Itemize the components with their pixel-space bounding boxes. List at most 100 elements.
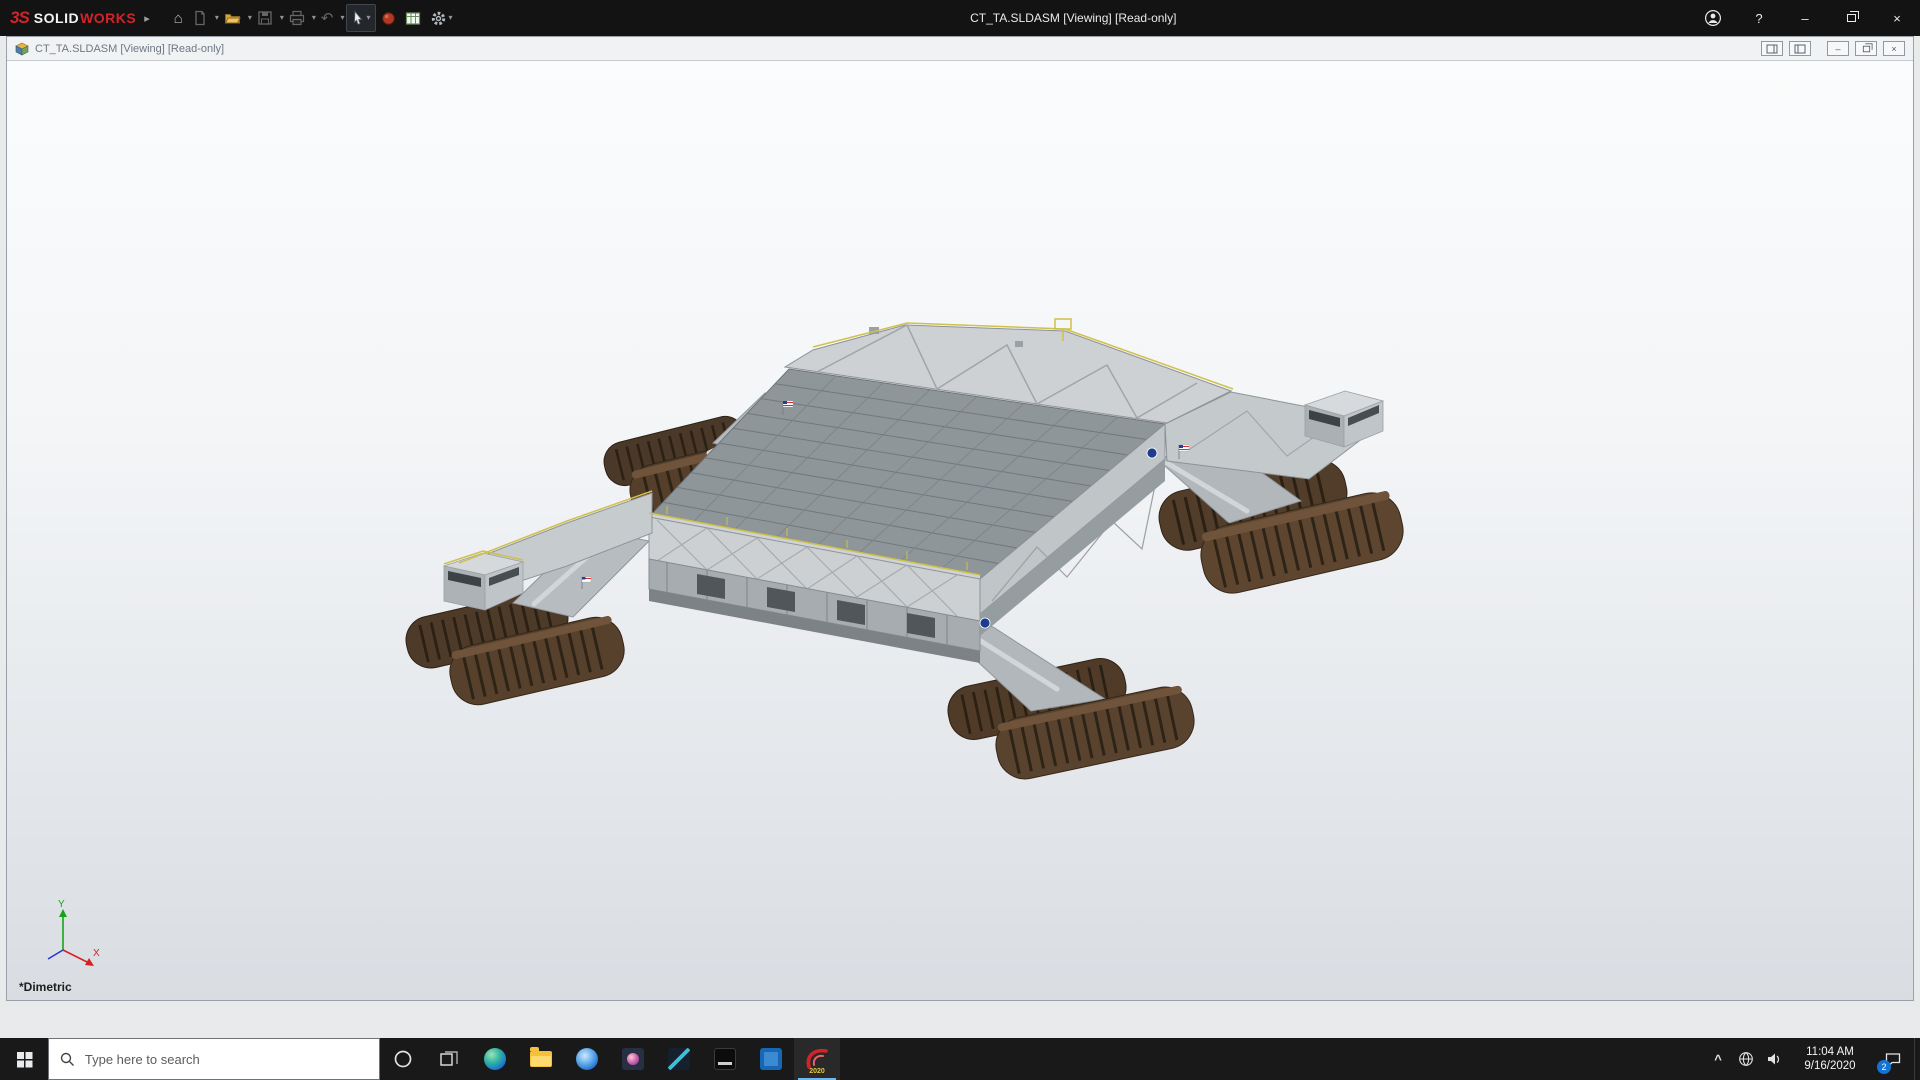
- document-titlebar[interactable]: CT_TA.SLDASM [Viewing] [Read-only] – ×: [7, 37, 1913, 61]
- dev-app-button[interactable]: [656, 1038, 702, 1080]
- y-axis-label: Y: [58, 899, 65, 910]
- show-desktop-button[interactable]: [1914, 1038, 1920, 1080]
- menu-flyout-arrow-icon[interactable]: ▸: [144, 12, 150, 25]
- open-folder-icon: [224, 14, 241, 24]
- z-axis-arrow: [47, 949, 64, 960]
- options-caret-icon[interactable]: ▾: [449, 14, 453, 22]
- home-icon: ⌂: [173, 9, 183, 27]
- doc-minimize-button[interactable]: –: [1827, 41, 1849, 56]
- doc-close-button[interactable]: ×: [1883, 41, 1905, 56]
- file-explorer-icon: [530, 1047, 552, 1067]
- titlebar-controls: ? – ×: [1690, 0, 1920, 36]
- pane-toggle-right-button[interactable]: [1789, 41, 1811, 56]
- select-caret-icon[interactable]: ▾: [367, 14, 371, 22]
- clock-time: 11:04 AM: [1806, 1046, 1854, 1058]
- window-title: CT_TA.SLDASM [Viewing] [Read-only]: [970, 11, 1177, 25]
- minimize-icon: –: [1801, 10, 1809, 26]
- doc-restore-button[interactable]: [1855, 41, 1877, 56]
- orientation-triad[interactable]: Y X: [31, 898, 105, 972]
- account-button[interactable]: [1690, 0, 1736, 36]
- edge-icon: [484, 1048, 506, 1070]
- edge-button[interactable]: [472, 1038, 518, 1080]
- crawler-transporter-model[interactable]: [7, 61, 1913, 1000]
- assembly-cube-icon: [15, 42, 29, 55]
- clock-date: 9/16/2020: [1804, 1060, 1856, 1072]
- close-button[interactable]: ×: [1874, 0, 1920, 36]
- browser-button[interactable]: [564, 1038, 610, 1080]
- search-input[interactable]: [82, 1050, 368, 1068]
- media-app-button[interactable]: [610, 1038, 656, 1080]
- tray-expand-button[interactable]: ^: [1704, 1038, 1732, 1080]
- table-report-icon: [405, 11, 420, 25]
- document-title: CT_TA.SLDASM [Viewing] [Read-only]: [35, 42, 225, 55]
- graphics-area[interactable]: Y X *Dimetric: [7, 61, 1913, 1000]
- taskbar-empty-space: [840, 1038, 1704, 1080]
- solidworks-logo: 3S SOLID WORKS: [0, 8, 136, 28]
- y-axis-arrow: [59, 909, 67, 917]
- doc-restore-icon: [1862, 42, 1872, 52]
- doc-close-icon: ×: [1891, 43, 1897, 54]
- undo-icon: ↶: [320, 9, 334, 27]
- new-file-icon: [195, 10, 205, 26]
- task-view-icon: [440, 1051, 458, 1066]
- taskbar-search[interactable]: [48, 1038, 380, 1080]
- volume-button[interactable]: [1760, 1038, 1788, 1080]
- print-button[interactable]: [285, 4, 309, 32]
- macro-button[interactable]: [377, 4, 400, 32]
- pane-toggle-left-button[interactable]: [1761, 41, 1783, 56]
- x-axis-label: X: [93, 948, 100, 959]
- notification-badge: 2: [1877, 1060, 1891, 1074]
- windows-taskbar: 2020 ^ 11:04 AM 9/16/2020 2: [0, 1038, 1920, 1080]
- options-button[interactable]: ▾: [426, 4, 457, 32]
- terminal-app-button[interactable]: [702, 1038, 748, 1080]
- deck-equipment: [1015, 341, 1023, 347]
- undo-caret-icon[interactable]: ▾: [340, 14, 344, 22]
- select-tool-button[interactable]: ▾: [345, 4, 376, 32]
- cortana-button[interactable]: [380, 1038, 426, 1080]
- home-button[interactable]: ⌂: [170, 4, 187, 32]
- open-button[interactable]: [220, 4, 245, 32]
- report-button[interactable]: [401, 4, 425, 32]
- solidworks-logo-mark: 3S: [10, 8, 30, 27]
- action-center-button[interactable]: 2: [1872, 1038, 1914, 1080]
- undo-button[interactable]: ↶: [317, 4, 338, 32]
- taskbar-clock[interactable]: 11:04 AM 9/16/2020: [1788, 1038, 1872, 1080]
- new-caret-icon[interactable]: ▾: [215, 14, 219, 22]
- brand-works-text: WORKS: [80, 10, 137, 26]
- file-explorer-button[interactable]: [518, 1038, 564, 1080]
- nasa-logo-decal: [1146, 447, 1158, 459]
- cortana-icon: [394, 1050, 412, 1068]
- save-button[interactable]: [253, 4, 277, 32]
- minimize-button[interactable]: –: [1782, 0, 1828, 36]
- quick-access-toolbar: ⌂ ▾ ▾ ▾ ▾ ↶ ▾ ▾ ▾: [170, 4, 457, 32]
- save-caret-icon[interactable]: ▾: [280, 14, 284, 22]
- view-orientation-label: *Dimetric: [19, 980, 72, 994]
- help-icon: ?: [1755, 10, 1763, 26]
- video-app-icon: [760, 1048, 782, 1070]
- open-caret-icon[interactable]: ▾: [248, 14, 252, 22]
- media-app-icon: [622, 1048, 644, 1070]
- task-view-button[interactable]: [426, 1038, 472, 1080]
- right-control-cab: [1303, 390, 1385, 448]
- new-document-button[interactable]: [188, 4, 212, 32]
- save-icon: [258, 11, 272, 25]
- terminal-app-icon: [714, 1048, 736, 1070]
- network-button[interactable]: [1732, 1038, 1760, 1080]
- doc-minimize-icon: –: [1835, 43, 1841, 54]
- video-app-button[interactable]: [748, 1038, 794, 1080]
- nasa-logo-decal: [979, 617, 991, 629]
- help-button[interactable]: ?: [1736, 0, 1782, 36]
- split-pane-icon: [1766, 44, 1778, 53]
- split-pane-alt-icon: [1794, 44, 1806, 53]
- speaker-icon: [1768, 1053, 1780, 1065]
- brand-solid-text: SOLID: [33, 10, 80, 26]
- restore-button[interactable]: [1828, 0, 1874, 36]
- solidworks-taskbar-button[interactable]: 2020: [794, 1038, 840, 1080]
- print-caret-icon[interactable]: ▾: [312, 14, 316, 22]
- print-icon: [289, 10, 304, 26]
- network-globe-icon: [1739, 1052, 1753, 1066]
- red-sphere-icon: [381, 11, 395, 25]
- start-button[interactable]: [0, 1038, 48, 1080]
- close-icon: ×: [1893, 10, 1901, 26]
- app-titlebar: 3S SOLID WORKS ▸ ⌂ ▾ ▾ ▾ ▾ ↶ ▾ ▾ ▾ CT_TA…: [0, 0, 1920, 36]
